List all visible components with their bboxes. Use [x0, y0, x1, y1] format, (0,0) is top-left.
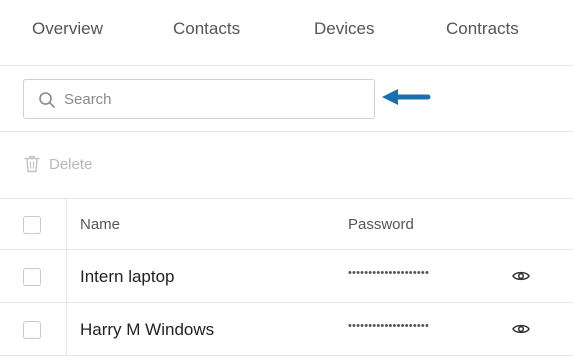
- search-row: [0, 66, 573, 132]
- tab-contacts[interactable]: Contacts: [173, 19, 240, 39]
- table-row[interactable]: Intern laptop ••••••••••••••••••••: [0, 250, 573, 303]
- masked-password: ••••••••••••••••••••: [348, 267, 430, 279]
- devices-table: Name Password Intern laptop ••••••••••••…: [0, 199, 573, 356]
- toolbar: Delete: [0, 132, 573, 199]
- masked-password: ••••••••••••••••••••: [348, 320, 430, 332]
- table-row[interactable]: Harry M Windows ••••••••••••••••••••: [0, 303, 573, 356]
- column-divider: [66, 303, 67, 355]
- search-input[interactable]: [64, 88, 364, 110]
- pointer-arrow-icon: [382, 89, 431, 105]
- device-name[interactable]: Intern laptop: [80, 267, 175, 287]
- tab-bar: Overview Contacts Devices Contracts: [0, 0, 573, 66]
- tab-contracts[interactable]: Contracts: [446, 19, 519, 39]
- row-checkbox[interactable]: [23, 268, 41, 286]
- row-checkbox[interactable]: [23, 321, 41, 339]
- delete-button[interactable]: Delete: [24, 154, 92, 174]
- select-all-checkbox[interactable]: [23, 216, 41, 234]
- device-name[interactable]: Harry M Windows: [80, 320, 214, 340]
- column-divider: [66, 199, 67, 249]
- search-box[interactable]: [23, 79, 375, 119]
- column-header-name[interactable]: Name: [80, 216, 120, 233]
- eye-icon[interactable]: [512, 269, 530, 283]
- search-icon: [39, 92, 55, 108]
- column-header-password[interactable]: Password: [348, 216, 414, 233]
- delete-label: Delete: [49, 155, 93, 173]
- tab-devices[interactable]: Devices: [314, 19, 374, 39]
- trash-icon: [24, 155, 40, 173]
- tab-overview[interactable]: Overview: [32, 19, 103, 39]
- column-divider: [66, 250, 67, 302]
- table-header: Name Password: [0, 199, 573, 250]
- eye-icon[interactable]: [512, 322, 530, 336]
